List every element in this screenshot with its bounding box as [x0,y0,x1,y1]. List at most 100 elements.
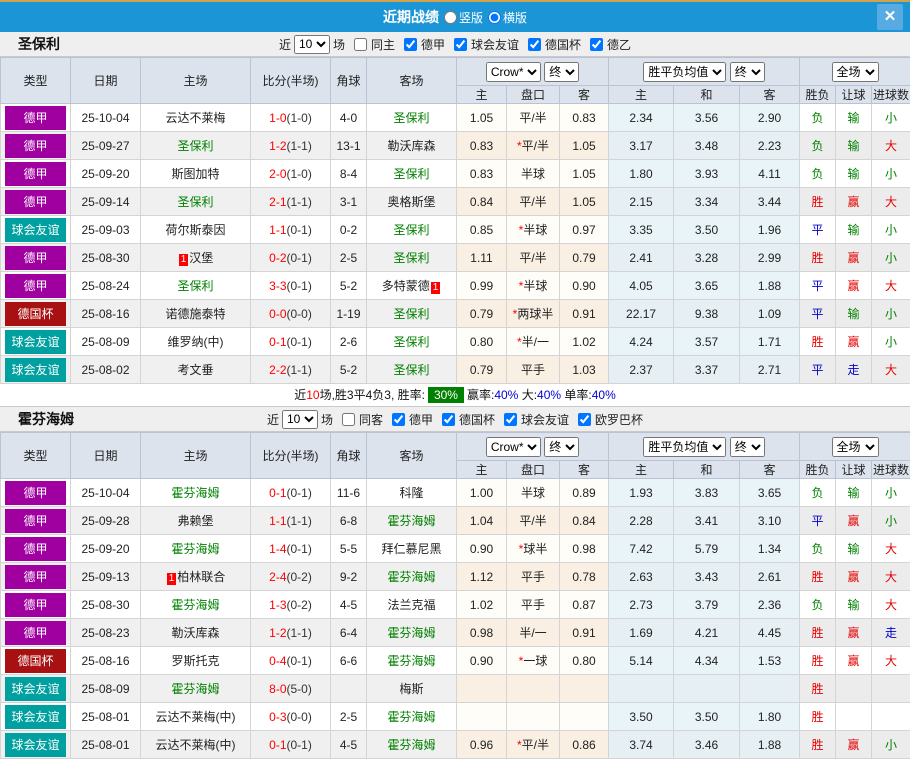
result-handicap-cell: 输 [836,216,872,244]
handicap-cell: 半球 [507,160,560,188]
league-label: 德国杯 [459,411,495,428]
league-badge: 德甲 [5,106,66,130]
recent-count-select[interactable]: 10 [294,35,330,54]
corner-cell: 3-1 [331,188,367,216]
corner-cell: 2-5 [331,244,367,272]
result-handicap-cell: 赢 [836,507,872,535]
league-cell: 德甲 [1,188,71,216]
summary-row: 近10场,胜3平4负3, 胜率:30%赢率:40% 大:40% 单率:40% [0,384,910,407]
league-checkbox[interactable] [578,413,591,426]
avg-draw-cell: 3.56 [674,104,740,132]
result-handicap-cell: 输 [836,535,872,563]
result-goals-cell [872,703,910,731]
corner-cell: 5-2 [331,356,367,384]
avg-home-cell: 4.05 [609,272,674,300]
league-checkbox[interactable] [392,413,405,426]
result-wdl-cell: 胜 [800,675,836,703]
score-cell: 1-4(0-1) [251,535,331,563]
league-badge: 德甲 [5,274,66,298]
away-team-cell: 圣保利 [367,104,457,132]
close-button[interactable]: ✕ [877,4,903,30]
match-row: 德甲25-10-04霍芬海姆0-1(0-1)11-6科隆1.00半球0.891.… [1,479,910,507]
result-handicap-cell [836,703,872,731]
match-row: 德甲25-08-30霍芬海姆1-3(0-2)4-5法兰克福1.02平手0.872… [1,591,910,619]
league-cell: 德国杯 [1,647,71,675]
corner-cell: 0-2 [331,216,367,244]
avg-home-cell: 1.80 [609,160,674,188]
result-goals-cell: 大 [872,132,910,160]
result-goals-cell: 大 [872,591,910,619]
home-team-cell: 罗斯托克 [141,647,251,675]
layout-vertical-radio[interactable] [444,11,457,24]
scope-select[interactable]: 全场 [832,437,879,457]
odds-final-select[interactable]: 终 [544,62,579,82]
avg-select[interactable]: 胜平负均值 [643,437,726,457]
odds-source-select[interactable]: Crow* [486,62,541,82]
league-checkbox[interactable] [528,38,541,51]
scope-group-header: 全场 [800,433,910,461]
avg-draw-cell: 3.65 [674,272,740,300]
result-wdl-cell: 胜 [800,647,836,675]
sub-odds-away: 客 [560,461,609,479]
avg-away-cell: 1.80 [740,703,800,731]
layout-vertical-label: 竖版 [459,9,483,26]
date-cell: 25-09-27 [71,132,141,160]
league-badge: 球会友谊 [5,677,66,701]
league-checkbox[interactable] [590,38,603,51]
home-team-cell: 云达不莱梅(中) [141,731,251,759]
col-score: 比分(半场) [251,433,331,479]
date-cell: 25-09-14 [71,188,141,216]
odds-home-cell: 0.90 [457,647,507,675]
result-goals-cell: 小 [872,507,910,535]
col-home: 主场 [141,433,251,479]
scope-select[interactable]: 全场 [832,62,879,82]
odds-away-cell: 0.90 [560,272,609,300]
odds-source-select[interactable]: Crow* [486,437,541,457]
col-date: 日期 [71,58,141,104]
handicap-cell: 平/半 [507,104,560,132]
sub-result-goals: 进球数 [872,86,910,104]
home-team-cell: 维罗纳(中) [141,328,251,356]
result-wdl-cell: 负 [800,479,836,507]
odds-home-cell [457,675,507,703]
date-cell: 25-10-04 [71,479,141,507]
league-badge: 德甲 [5,565,66,589]
score-cell: 0-4(0-1) [251,647,331,675]
league-checkbox[interactable] [442,413,455,426]
avg-draw-cell [674,675,740,703]
corner-cell: 4-5 [331,731,367,759]
recent-count-select[interactable]: 10 [282,410,318,429]
layout-horizontal-option[interactable]: 横版 [488,9,527,26]
layout-vertical-option[interactable]: 竖版 [444,9,483,26]
sub-avg-away: 客 [740,461,800,479]
avg-select[interactable]: 胜平负均值 [643,62,726,82]
avg-away-cell: 2.71 [740,356,800,384]
result-wdl-cell: 负 [800,535,836,563]
odds-home-cell: 0.80 [457,328,507,356]
same-venue-checkbox[interactable] [342,413,355,426]
away-team-cell: 圣保利 [367,300,457,328]
corner-cell: 9-2 [331,563,367,591]
handicap-cell: 平手 [507,591,560,619]
score-cell: 0-1(0-1) [251,731,331,759]
layout-horizontal-radio[interactable] [488,11,501,24]
league-checkbox[interactable] [454,38,467,51]
league-checkbox[interactable] [504,413,517,426]
home-team-cell: 霍芬海姆 [141,675,251,703]
sub-avg-draw: 和 [674,86,740,104]
avg-home-cell: 1.69 [609,619,674,647]
avg-away-cell: 1.09 [740,300,800,328]
league-label: 球会友谊 [521,411,569,428]
avg-final-select[interactable]: 终 [730,437,765,457]
odds-final-select[interactable]: 终 [544,437,579,457]
league-checkbox[interactable] [404,38,417,51]
handicap-cell: 半球 [507,479,560,507]
avg-final-select[interactable]: 终 [730,62,765,82]
avg-away-cell: 1.53 [740,647,800,675]
sub-result-wdl: 胜负 [800,86,836,104]
summary-part: 30% [428,387,464,403]
result-wdl-cell: 平 [800,272,836,300]
avg-home-cell: 3.35 [609,216,674,244]
away-team-cell: 勒沃库森 [367,132,457,160]
same-venue-checkbox[interactable] [354,38,367,51]
